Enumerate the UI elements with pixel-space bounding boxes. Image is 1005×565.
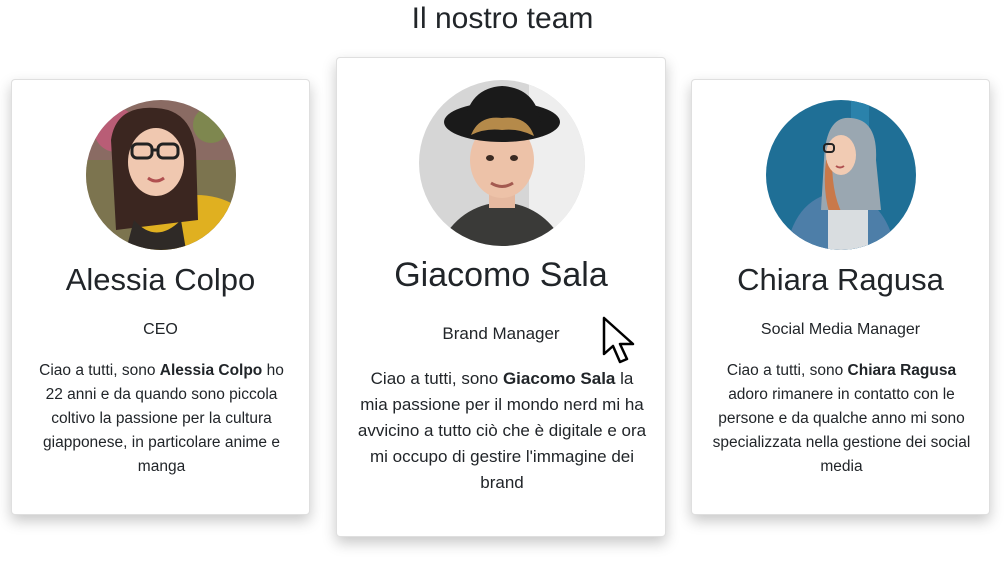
- member-bio: Ciao a tutti, sono Alessia Colpo ho 22 a…: [39, 362, 284, 475]
- mouse-pointer-icon: [602, 316, 635, 364]
- team-card-chiara[interactable]: Chiara Ragusa Social Media Manager Ciao …: [691, 79, 990, 515]
- avatar-photo: [766, 100, 916, 250]
- page-title: Il nostro team: [411, 2, 594, 35]
- member-role: CEO: [143, 321, 178, 338]
- member-role: Social Media Manager: [760, 321, 921, 338]
- member-bio: Ciao a tutti, sono Giacomo Sala la mia p…: [357, 369, 647, 492]
- avatar-photo: [86, 100, 236, 250]
- team-card-alessia[interactable]: Alessia Colpo CEO Ciao a tutti, sono Ale…: [11, 79, 310, 515]
- team-card-giacomo[interactable]: Giacomo Sala Brand Manager Ciao a tutti,…: [336, 57, 666, 537]
- member-bio: Ciao a tutti, sono Chiara Ragusa adoro r…: [712, 362, 971, 475]
- member-name: Giacomo Sala: [394, 256, 608, 294]
- member-name: Chiara Ragusa: [737, 262, 944, 297]
- avatar-photo: [419, 80, 585, 246]
- member-name: Alessia Colpo: [65, 262, 256, 297]
